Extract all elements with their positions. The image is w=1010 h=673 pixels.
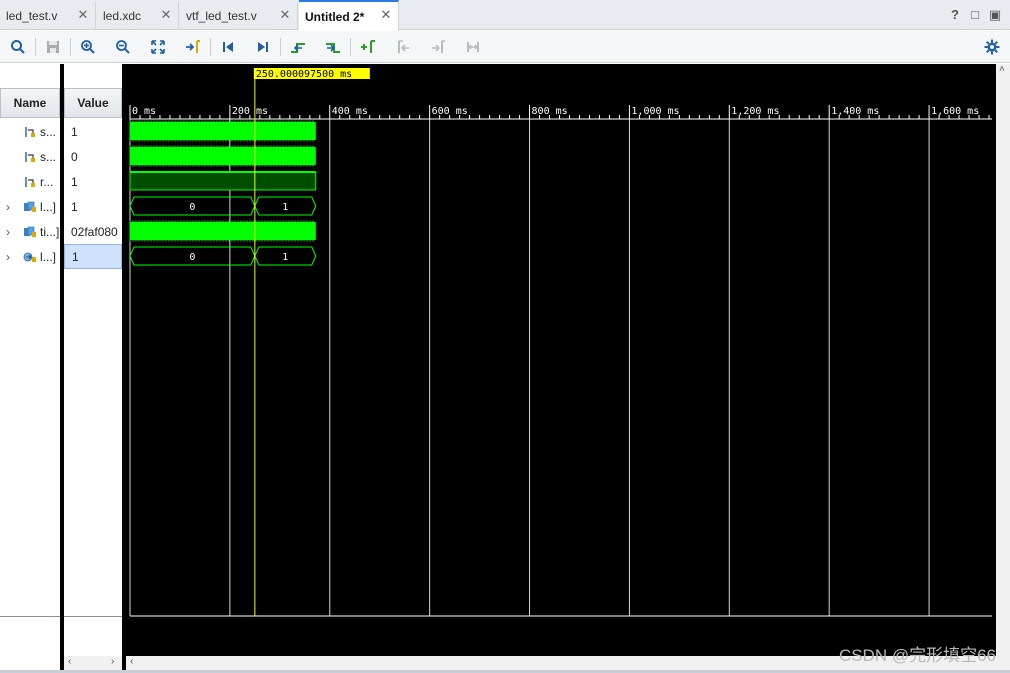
signal-name-label: r... [40,174,54,189]
panel-splitter[interactable] [60,64,64,673]
time-ruler-label: 800 ms [532,106,568,117]
signal-name-label: s... [40,149,57,164]
bus-signal-icon [22,201,38,213]
maximize-icon[interactable]: ▣ [988,8,1002,22]
signal-value-cell[interactable]: 0 [64,144,122,169]
bit-signal-icon [22,151,38,163]
go-to-cursor-icon[interactable] [183,37,203,57]
add-marker-icon[interactable] [358,37,378,57]
scroll-up-icon[interactable]: ˄ [999,64,1005,75]
bus-output-icon [22,251,38,263]
high-level-waveform[interactable] [129,171,317,191]
time-ruler-label: 400 ms [332,106,368,117]
close-icon[interactable]: ✕ [380,8,392,21]
bus-value-label: 1 [282,202,288,213]
signal-name-label: l...] [40,199,57,214]
signal-name-row[interactable]: › ti...] [0,219,60,244]
signal-value-cell[interactable]: 02faf080 [64,219,122,244]
waveform-vscrollbar[interactable]: ˄ [996,64,1010,656]
previous-marker-icon[interactable] [393,37,413,57]
signal-value-cell[interactable]: 1 [64,194,122,219]
bus-value-label: 0 [189,202,195,213]
signal-name-label: ti...] [40,224,60,239]
signal-value-panel: 1 0 1 1 02faf080 1 [64,64,122,656]
bit-signal-icon [22,176,38,188]
scroll-right-icon[interactable]: › [111,656,114,667]
bit-signal-icon [22,126,38,138]
cursor-time-label: 250.000097500 ms [256,69,352,80]
signal-value-cell[interactable]: 1 [64,169,122,194]
next-marker-icon[interactable] [428,37,448,57]
signal-name-row[interactable]: r... [0,169,60,194]
save-icon[interactable] [43,37,63,57]
tab-label: Untitled 2* [305,9,365,24]
signal-name-row[interactable]: s... [0,144,60,169]
close-icon[interactable]: ✕ [160,8,172,21]
settings-icon[interactable] [982,37,1002,57]
time-ruler-label: 0 ms [132,106,156,117]
time-ruler-label: 200 ms [232,106,268,117]
search-icon[interactable] [8,37,28,57]
time-ruler-label: 1,200 ms [731,106,779,117]
waveform-toolbar [0,31,1010,63]
next-transition-icon[interactable] [323,37,343,57]
value-column-header[interactable]: Value [64,88,122,118]
signal-value-cell[interactable]: 1 [64,244,122,269]
value-panel-hscrollbar[interactable]: ‹ › [64,656,122,670]
zoom-out-icon[interactable] [113,37,133,57]
bus-value-label: 0 [189,252,195,263]
signal-name-panel: s... s... r... › l...] › ti...] › l...] [0,64,60,656]
zoom-in-icon[interactable] [78,37,98,57]
time-ruler-label: 600 ms [432,106,468,117]
tab-label: led_test.v [6,9,58,23]
restore-icon[interactable]: □ [968,8,982,22]
tab-label: led.xdc [103,9,142,23]
signal-name-row[interactable]: s... [0,119,60,144]
signal-name-row[interactable]: › l...] [0,244,60,269]
scroll-left-icon[interactable]: ‹ [130,656,133,667]
swap-cursors-icon[interactable] [463,37,483,57]
previous-transition-icon[interactable] [288,37,308,57]
help-icon[interactable]: ? [948,8,962,22]
chevron-right-icon[interactable]: › [0,250,16,264]
name-column-header[interactable]: Name [0,88,60,118]
tab-vtf-led-test-v[interactable]: vtf_led_test.v ✕ [180,2,298,30]
signal-name-label: l...] [40,249,57,264]
signal-value-cell[interactable]: 1 [64,119,122,144]
tab-led-xdc[interactable]: led.xdc ✕ [97,2,179,30]
chevron-right-icon[interactable]: › [0,200,16,214]
bus-value-label: 1 [282,252,288,263]
time-ruler-label: 1,000 ms [631,106,679,117]
chevron-right-icon[interactable]: › [0,225,16,239]
tab-led-test-v[interactable]: led_test.v ✕ [0,2,96,30]
editor-tab-bar: led_test.v ✕ led.xdc ✕ vtf_led_test.v ✕ … [0,0,1010,31]
waveform-svg[interactable]: 0 ms 200 ms 400 ms 600 ms 800 ms 1,000 ms 1,20… [126,64,996,656]
go-to-time-zero-icon[interactable] [218,37,238,57]
zoom-fit-icon[interactable] [148,37,168,57]
signal-name-row[interactable]: › l...] [0,194,60,219]
signal-name-label: s... [40,124,57,139]
time-ruler-label: 1,400 ms [831,106,879,117]
scroll-left-icon[interactable]: ‹ [68,656,71,667]
go-to-last-time-icon[interactable] [253,37,273,57]
close-icon[interactable]: ✕ [77,8,89,21]
time-ruler-label: 1,600 ms [931,106,979,117]
waveform-canvas[interactable]: 0 ms 200 ms 400 ms 600 ms 800 ms 1,000 ms 1,20… [126,64,996,656]
close-icon[interactable]: ✕ [279,8,291,21]
bus-signal-icon [22,226,38,238]
watermark: CSDN @完形填空66 [838,646,996,665]
tab-label: vtf_led_test.v [186,9,257,23]
tab-untitled-2[interactable]: Untitled 2* ✕ [299,0,399,31]
